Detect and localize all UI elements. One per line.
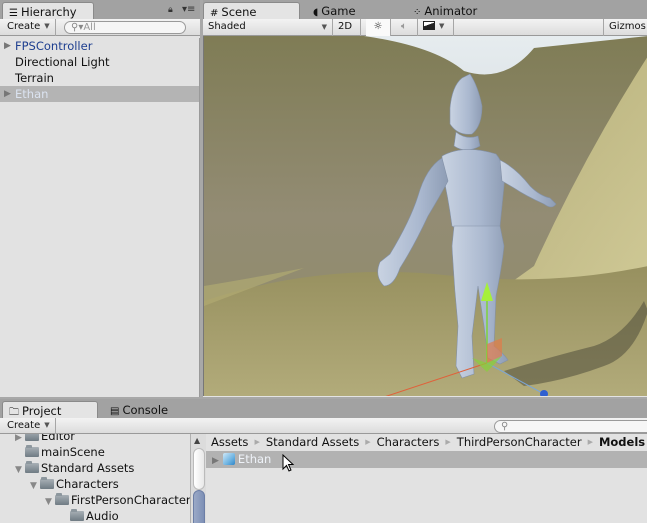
project-tabstrip: 🗀︎ Project ▤ Console	[0, 399, 647, 418]
pacman-icon: ◖	[313, 7, 319, 18]
folder-icon	[25, 434, 39, 441]
expand-arrow-icon[interactable]: ▶	[4, 38, 11, 54]
tree-item-firstpersoncharacter[interactable]: ▼ FirstPersonCharacter	[0, 492, 190, 508]
sun-icon: ☼	[373, 21, 383, 32]
breadcrumb-item[interactable]: ThirdPersonCharacter	[457, 435, 582, 449]
prefab-cube-icon	[222, 453, 235, 465]
folder-icon	[55, 493, 69, 505]
effects-dropdown-button[interactable]: ▼	[418, 19, 454, 36]
asset-browser: Assets ▶ Standard Assets ▶ Characters ▶ ThirdP…	[206, 434, 647, 523]
breadcrumb-separator-icon: ▶	[587, 438, 593, 446]
tab-animator[interactable]: ⁘ Animator	[407, 2, 483, 19]
draw-mode-dropdown[interactable]: Shaded ▼	[203, 19, 333, 36]
console-icon: ▤	[110, 406, 120, 417]
breadcrumb: Assets ▶ Standard Assets ▶ Characters ▶ ThirdP…	[206, 434, 647, 451]
tree-item-editor[interactable]: ▶ Editor	[0, 434, 190, 444]
breadcrumb-item[interactable]: Standard Assets	[266, 435, 359, 449]
breadcrumb-item[interactable]: Characters	[377, 435, 440, 449]
hierarchy-tabstrip: ☰ Hierarchy 🔒︎ ▾≡	[0, 0, 200, 19]
tree-item-audio[interactable]: Audio	[0, 508, 190, 523]
project-panel: 🗀︎ Project ▤ Console Create ▼ ⚲ ▶ Editor mai…	[0, 399, 647, 523]
hierarchy-panel: ☰ Hierarchy 🔒︎ ▾≡ Create ▼ ⚲▾All ▶ FPSContr…	[0, 0, 200, 397]
tree-item-mainscene[interactable]: mainScene	[0, 444, 190, 460]
scrollbar-track[interactable]	[193, 448, 205, 490]
scene-tabstrip: # Scene ◖ Game ⁘ Animator	[203, 0, 647, 19]
list-icon: ☰	[9, 8, 18, 19]
hierarchy-search-input[interactable]: ⚲▾All	[64, 21, 186, 34]
hierarchy-toolbar: Create ▼ ⚲▾All	[0, 19, 200, 36]
expand-arrow-icon[interactable]: ▶	[4, 86, 11, 102]
character-torso	[441, 149, 505, 234]
hierarchy-item-directional-light[interactable]: Directional Light	[0, 54, 199, 70]
speaker-icon: 🔈︎	[401, 21, 407, 32]
mouse-cursor-icon	[282, 454, 295, 472]
grid-icon: #	[210, 8, 219, 19]
dropdown-arrow-icon: ▼	[439, 22, 445, 30]
folder-icon	[70, 509, 84, 521]
create-button[interactable]: Create ▼	[2, 19, 56, 36]
expand-arrow-icon[interactable]: ▶	[212, 456, 219, 466]
scrollbar-thumb[interactable]	[193, 490, 205, 523]
breadcrumb-current[interactable]: Models	[599, 435, 645, 449]
project-folder-tree: ▶ Editor mainScene ▼ Standard Assets ▼ Char…	[0, 434, 190, 523]
audio-toggle-button[interactable]: 🔈︎	[391, 19, 418, 36]
animator-icon: ⁘	[413, 7, 422, 18]
breadcrumb-item[interactable]: Assets	[211, 435, 248, 449]
breadcrumb-separator-icon: ▶	[254, 438, 260, 446]
tab-game[interactable]: ◖ Game	[307, 2, 362, 19]
gizmos-dropdown[interactable]: Gizmos	[603, 19, 647, 36]
dropdown-arrow-icon: ▼	[44, 421, 50, 429]
image-icon	[423, 21, 435, 30]
hierarchy-item-ethan[interactable]: ▶ Ethan	[0, 86, 199, 102]
breadcrumb-separator-icon: ▶	[445, 438, 451, 446]
tree-scrollbar[interactable]: ▲	[190, 434, 206, 523]
breadcrumb-separator-icon: ▶	[365, 438, 371, 446]
scene-viewport[interactable]	[203, 36, 647, 396]
2d-toggle-button[interactable]: 2D	[333, 19, 361, 36]
tree-item-standard-assets[interactable]: ▼ Standard Assets	[0, 460, 190, 476]
search-icon: ⚲▾	[71, 22, 84, 33]
lighting-toggle-button[interactable]: ☼	[366, 19, 391, 36]
tab-hierarchy[interactable]: ☰ Hierarchy	[2, 2, 94, 19]
asset-item-ethan[interactable]: ▶ Ethan	[206, 451, 647, 472]
tab-project[interactable]: 🗀︎ Project	[2, 401, 98, 418]
hierarchy-list: ▶ FPSController Directional Light Terrain…	[0, 38, 200, 397]
tab-scene[interactable]: # Scene	[203, 2, 300, 19]
scroll-up-icon[interactable]: ▲	[194, 436, 200, 445]
project-search-input[interactable]: ⚲	[494, 420, 647, 433]
dropdown-arrow-icon: ▼	[44, 22, 50, 30]
folder-icon	[25, 461, 39, 473]
folder-icon	[25, 445, 39, 457]
scene-toolbar: Shaded ▼ 2D ☼ 🔈︎ ▼ Gizmos	[203, 19, 647, 36]
hierarchy-item-terrain[interactable]: Terrain	[0, 70, 199, 86]
hierarchy-item-fpscontroller[interactable]: ▶ FPSController	[0, 38, 199, 54]
search-icon: ⚲	[501, 421, 509, 432]
lock-icon[interactable]: 🔒︎	[168, 5, 173, 15]
foreground-ground	[204, 266, 647, 396]
folder-icon	[40, 477, 54, 489]
tab-console[interactable]: ▤ Console	[104, 401, 174, 418]
project-create-button[interactable]: Create ▼	[2, 418, 56, 434]
panel-menu-icon[interactable]: ▾≡	[182, 4, 195, 15]
dropdown-arrow-icon: ▼	[321, 23, 327, 31]
project-toolbar: Create ▼ ⚲	[0, 418, 647, 434]
tree-item-characters[interactable]: ▼ Characters	[0, 476, 190, 492]
scene-render	[204, 36, 647, 396]
scene-panel: # Scene ◖ Game ⁘ Animator Shaded ▼ 2D ☼ 🔈︎ ▼…	[203, 0, 647, 397]
